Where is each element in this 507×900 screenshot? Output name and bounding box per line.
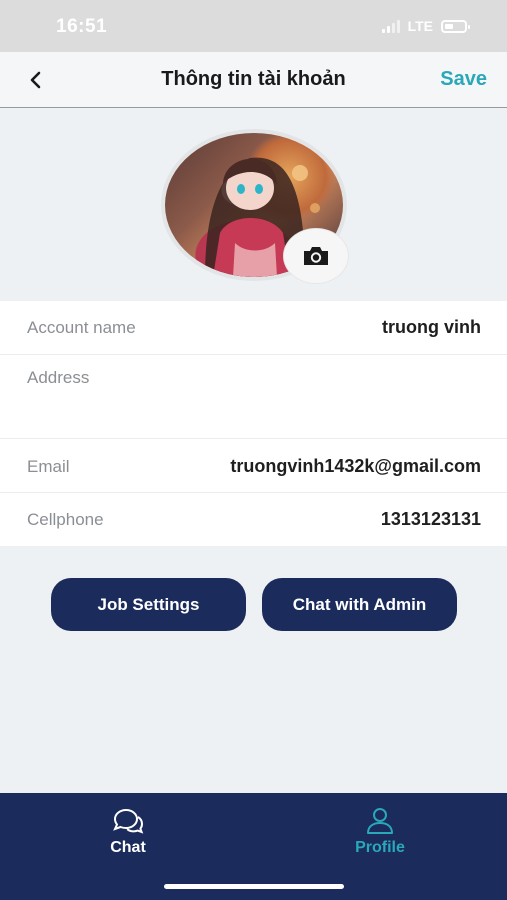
status-indicators: LTE <box>381 18 470 34</box>
job-settings-button[interactable]: Job Settings <box>51 578 246 631</box>
field-label: Cellphone <box>27 510 104 529</box>
avatar-section <box>161 129 348 283</box>
field-account-name[interactable]: Account name truong vinh <box>0 301 507 355</box>
page-title: Thông tin tài khoản <box>161 68 346 90</box>
field-value: 1313123131 <box>380 509 481 529</box>
chat-bubbles-icon <box>113 808 144 834</box>
field-cellphone[interactable]: Cellphone 1313123131 <box>0 493 507 546</box>
network-type: LTE <box>407 18 433 34</box>
tab-profile[interactable]: Profile <box>320 807 440 857</box>
tab-label: Profile <box>355 839 405 856</box>
status-time: 16:51 <box>56 16 108 37</box>
chat-with-admin-button[interactable]: Chat with Admin <box>262 578 457 631</box>
signal-icon <box>381 19 400 33</box>
account-info-card: Account name truong vinh Address Email t… <box>0 301 507 546</box>
field-label: Address <box>27 368 90 387</box>
person-icon <box>367 808 393 834</box>
field-value: truongvinh1432k@gmail.com <box>230 456 481 476</box>
tab-label: Chat <box>110 839 146 856</box>
battery-icon <box>441 19 470 33</box>
home-indicator <box>164 884 344 889</box>
field-email[interactable]: Email truongvinh1432k@gmail.com <box>0 439 507 493</box>
status-bar: 16:51 LTE <box>0 0 507 52</box>
field-address[interactable]: Address <box>0 355 507 439</box>
camera-icon <box>304 247 328 265</box>
field-value: truong vinh <box>382 317 481 337</box>
field-label: Email <box>27 457 70 476</box>
change-photo-button[interactable] <box>284 229 348 283</box>
header-bar: Thông tin tài khoản Save <box>0 52 507 108</box>
save-button[interactable]: Save <box>440 68 487 91</box>
tab-chat[interactable]: Chat <box>68 807 188 857</box>
field-label: Account name <box>27 318 136 337</box>
